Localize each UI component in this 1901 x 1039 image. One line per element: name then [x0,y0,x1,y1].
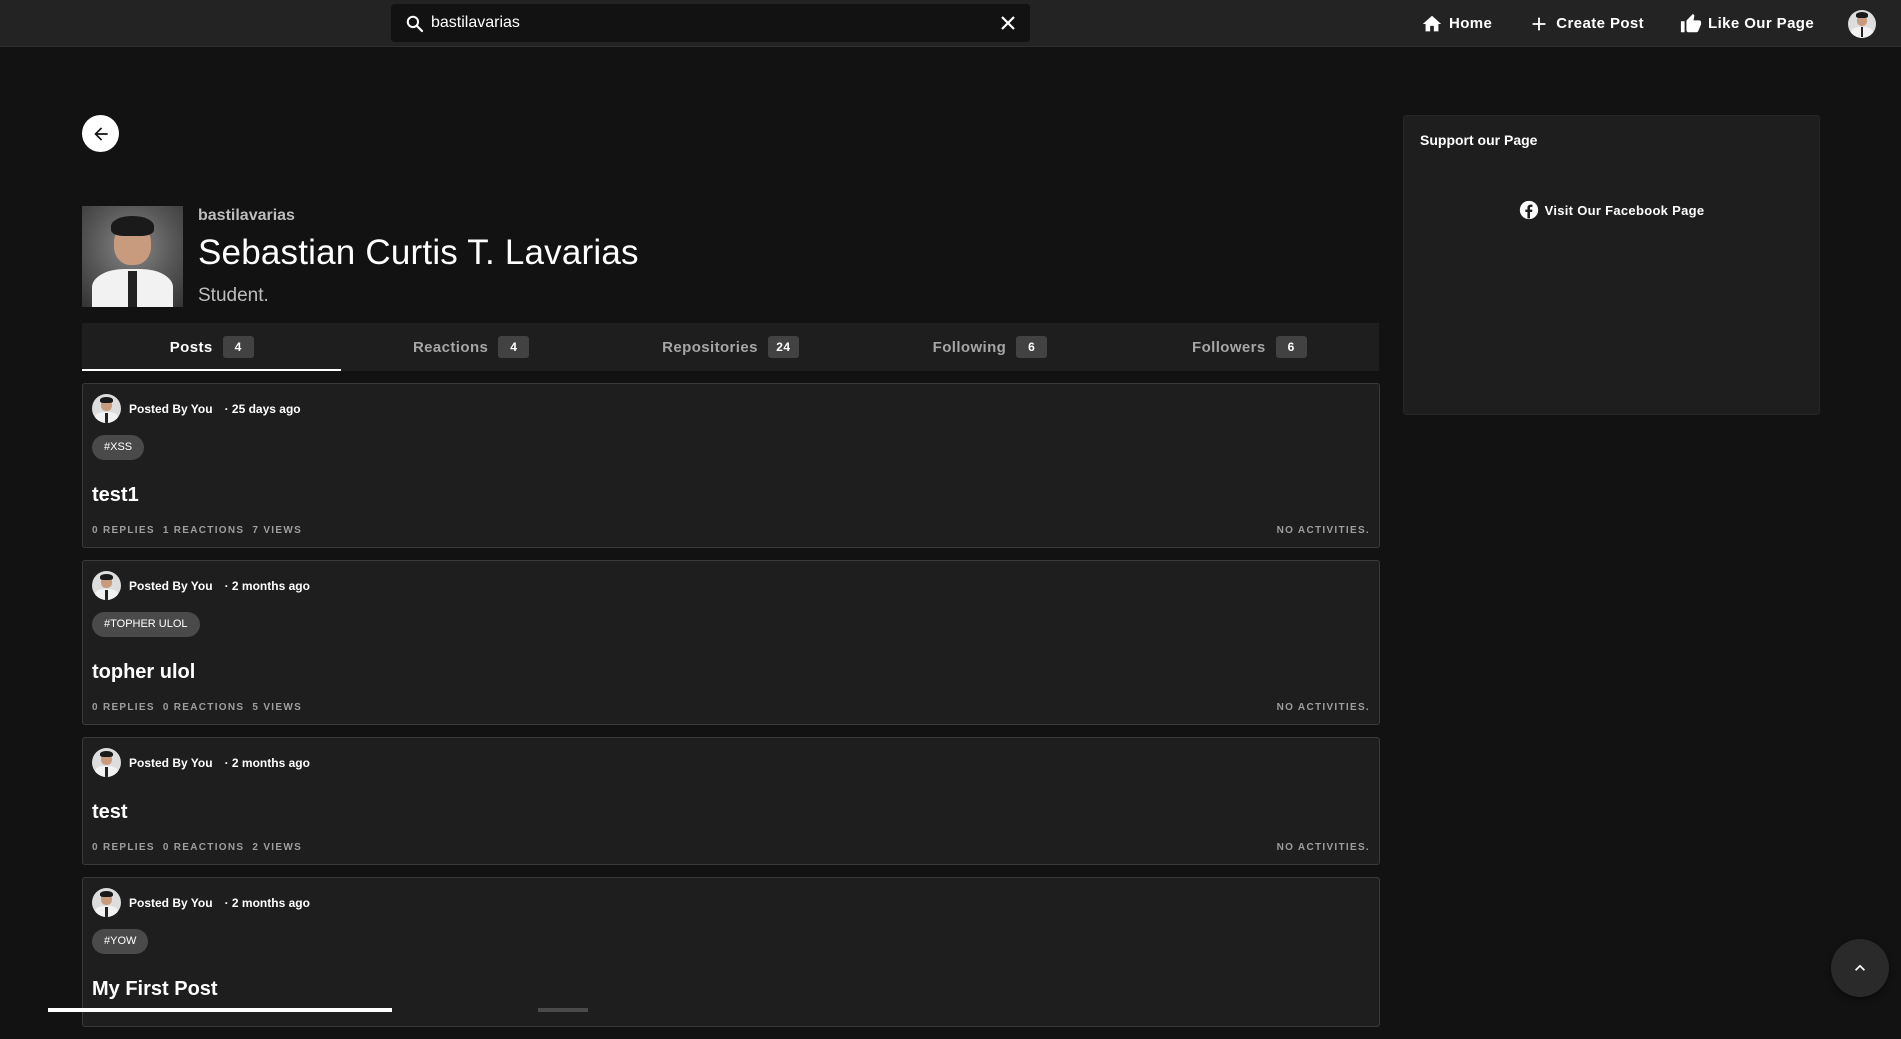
post-activity: NO ACTIVITIES. [1276,525,1370,536]
post-tag[interactable]: #YOW [92,929,149,954]
chevron-up-icon [1855,964,1865,971]
profile-tabs: Posts 4 Reactions 4 Repositories 24 Foll… [82,323,1379,371]
post-card[interactable]: Posted By You · 2 months ago test 0 REPL… [82,737,1380,865]
post-time: · 2 months ago [224,578,310,593]
post-card[interactable]: Posted By You · 25 days ago #XSS test1 0… [82,383,1380,548]
tab-label: Repositories [662,338,758,356]
post-reactions: 0 REACTIONS [162,842,245,853]
profile-photo [82,206,183,307]
post-header: Posted By You · 2 months ago [92,748,310,777]
tab-posts[interactable]: Posts 4 [82,323,342,371]
plus-icon [1532,17,1546,30]
profile-username: bastilavarias [198,207,295,224]
post-time: · 2 months ago [224,895,310,910]
tab-followers[interactable]: Followers 6 [1120,323,1379,371]
post-replies: 0 REPLIES [92,842,155,853]
post-stats: 0 REPLIES 1 REACTIONS 7 VIEWS [92,525,310,536]
post-title[interactable]: test1 [92,484,139,507]
support-panel: Support our Page Visit Our Facebook Page [1403,115,1820,415]
tab-count-badge: 6 [1275,336,1307,358]
tab-label: Reactions [412,338,489,356]
close-icon[interactable] [1000,15,1016,31]
post-activity: NO ACTIVITIES. [1276,842,1370,853]
post-time: · 2 months ago [224,755,310,770]
facebook-icon [1519,200,1538,220]
search-icon [406,15,424,33]
user-avatar[interactable] [1848,9,1877,38]
tab-label: Following [932,338,1007,356]
post-author: Posted By You [129,578,213,593]
author-avatar [92,571,121,600]
nav-create-post-label: Create Post [1556,15,1645,32]
tab-label: Posts [169,338,213,356]
post-header: Posted By You · 25 days ago [92,394,301,423]
author-avatar [92,888,121,917]
tab-count-badge: 24 [767,336,799,358]
post-title[interactable]: topher ulol [92,661,195,684]
post-replies: 0 REPLIES [92,525,155,536]
support-title: Support our Page [1420,132,1538,148]
tab-count-badge: 4 [222,336,254,358]
nav-like-page-label: Like Our Page [1708,15,1815,32]
profile-bio: Student. [198,285,269,306]
post-author: Posted By You [129,755,213,770]
scroll-to-top-button[interactable] [1831,939,1889,997]
post-reactions: 0 REACTIONS [162,702,245,713]
tab-following[interactable]: Following 6 [860,323,1119,371]
post-time: · 25 days ago [224,401,301,416]
author-avatar [92,748,121,777]
post-views: 2 VIEWS [252,842,303,853]
post-card[interactable]: Posted By You · 2 months ago #YOW My Fir… [82,877,1380,1027]
bottom-tab-indicator [48,1008,392,1012]
back-button[interactable] [82,115,119,152]
post-title[interactable]: test [92,801,128,824]
post-author: Posted By You [129,895,213,910]
thumbs-up-icon [1680,13,1702,32]
post-views: 7 VIEWS [252,525,303,536]
post-stats: 0 REPLIES 0 REACTIONS 2 VIEWS [92,842,310,853]
nav-create-post-button[interactable]: Create Post [1528,13,1644,35]
post-header: Posted By You · 2 months ago [92,571,310,600]
post-replies: 0 REPLIES [92,702,155,713]
nav-home-button[interactable]: Home [1421,13,1492,35]
post-card[interactable]: Posted By You · 2 months ago #TOPHER ULO… [82,560,1380,725]
post-tag[interactable]: #XSS [92,435,145,460]
top-nav: Home Create Post Like Our Page [1421,0,1877,47]
post-tag[interactable]: #TOPHER ULOL [92,612,200,637]
top-app-bar: Home Create Post Like Our Page [0,0,1901,47]
search-input[interactable] [431,4,971,42]
post-views: 5 VIEWS [252,702,303,713]
post-stats: 0 REPLIES 0 REACTIONS 5 VIEWS [92,702,310,713]
tab-repositories[interactable]: Repositories 24 [601,323,860,371]
bottom-badge-stub [538,1008,588,1012]
post-author: Posted By You [129,401,213,416]
facebook-page-link[interactable]: Visit Our Facebook Page [1404,200,1819,220]
arrow-left-icon [93,126,108,141]
post-title[interactable]: My First Post [92,978,218,1001]
profile-full-name: Sebastian Curtis T. Lavarias [198,233,639,272]
author-avatar [92,394,121,423]
home-icon [1422,15,1442,31]
post-activity: NO ACTIVITIES. [1276,702,1370,713]
search-bar[interactable] [391,4,1030,42]
post-list: Posted By You · 25 days ago #XSS test1 0… [82,383,1380,1039]
nav-like-page-button[interactable]: Like Our Page [1680,13,1814,35]
tab-label: Followers [1192,338,1266,356]
tab-count-badge: 4 [498,336,530,358]
post-reactions: 1 REACTIONS [162,525,245,536]
tab-reactions[interactable]: Reactions 4 [341,323,600,371]
nav-home-label: Home [1449,15,1493,32]
post-header: Posted By You · 2 months ago [92,888,310,917]
tab-count-badge: 6 [1016,336,1048,358]
facebook-link-label: Visit Our Facebook Page [1544,202,1705,218]
